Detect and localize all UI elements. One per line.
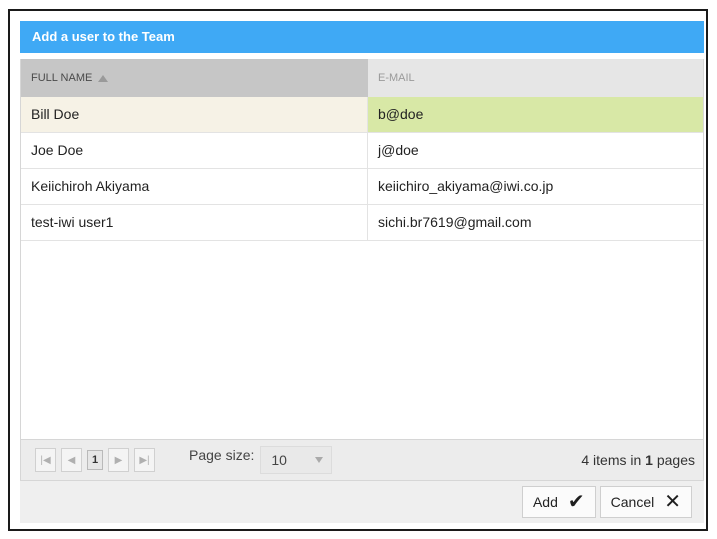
page-size-label: Page size: xyxy=(189,447,255,463)
table-row[interactable]: Keiichiroh Akiyama keiichiro_akiyama@iwi… xyxy=(21,169,703,205)
column-header-email[interactable]: E-MAIL xyxy=(368,59,703,97)
last-page-icon: ▶| xyxy=(139,454,150,466)
cancel-button[interactable]: Cancel ✕ xyxy=(599,486,692,518)
add-button-label: Add xyxy=(532,494,558,510)
first-page-button[interactable]: |◀ xyxy=(35,448,56,472)
prev-page-icon: ◀ xyxy=(67,454,76,466)
next-page-icon: ▶ xyxy=(114,454,123,466)
pager-page-count: 1 xyxy=(645,452,653,468)
pager-info-suffix: pages xyxy=(652,452,695,468)
close-icon: ✕ xyxy=(664,491,681,513)
column-header-full-name[interactable]: FULL NAME xyxy=(21,59,368,97)
page-size-select[interactable]: 10 xyxy=(260,446,333,474)
cancel-button-label: Cancel xyxy=(610,494,655,510)
pager: |◀ ◀ 1 ▶ ▶| Page size: 10 4 items in 1 p… xyxy=(20,439,704,481)
pager-info: 4 items in 1 pages xyxy=(581,452,695,468)
dialog-title: Add a user to the Team xyxy=(20,21,704,53)
add-user-dialog: Add a user to the Team FULL NAME E-MAIL … xyxy=(8,9,708,531)
current-page-number[interactable]: 1 xyxy=(87,450,103,470)
cell-email: b@doe xyxy=(368,97,703,132)
prev-page-button[interactable]: ◀ xyxy=(61,448,82,472)
grid-header: FULL NAME E-MAIL xyxy=(21,59,703,97)
dropdown-arrow-icon xyxy=(315,457,324,463)
pager-item-count: 4 xyxy=(581,452,590,468)
page-size-value: 10 xyxy=(271,452,287,468)
sort-ascending-icon xyxy=(98,74,109,82)
table-row[interactable]: Bill Doe b@doe xyxy=(21,97,703,133)
users-grid: FULL NAME E-MAIL Bill Doe b@doe Joe Doe … xyxy=(20,59,704,439)
cell-email: j@doe xyxy=(378,142,419,158)
cell-full-name: Keiichiroh Akiyama xyxy=(21,169,368,204)
first-page-icon: |◀ xyxy=(40,454,51,466)
pager-info-middle: items in xyxy=(589,452,646,468)
last-page-button[interactable]: ▶| xyxy=(134,448,155,472)
cell-email: keiichiro_akiyama@iwi.co.jp xyxy=(378,178,554,194)
checkmark-icon: ✔ xyxy=(567,491,585,513)
cell-full-name: Bill Doe xyxy=(21,97,368,132)
table-row[interactable]: test-iwi user1 sichi.br7619@gmail.com xyxy=(21,205,703,241)
table-row[interactable]: Joe Doe j@doe xyxy=(21,133,703,169)
cell-full-name: test-iwi user1 xyxy=(21,205,368,240)
add-button[interactable]: Add ✔ xyxy=(521,486,596,518)
column-header-full-name-label: FULL NAME xyxy=(31,72,93,84)
cell-email: sichi.br7619@gmail.com xyxy=(378,214,532,230)
next-page-button[interactable]: ▶ xyxy=(108,448,129,472)
dialog-footer: Add ✔ Cancel ✕ xyxy=(20,481,704,523)
cell-full-name: Joe Doe xyxy=(21,133,368,168)
